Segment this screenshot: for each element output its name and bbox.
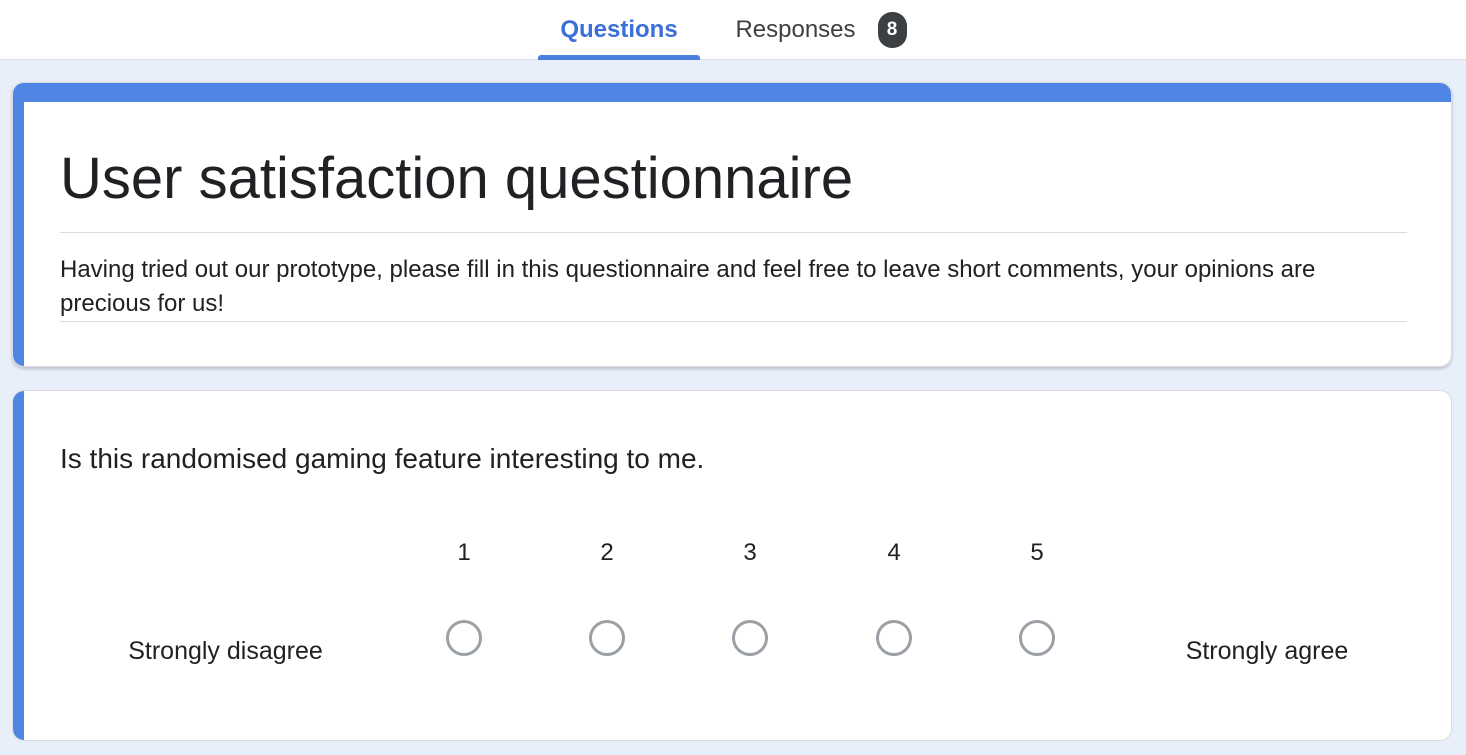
header-focus-strip xyxy=(13,83,24,366)
question-card: Is this randomised gaming feature intere… xyxy=(12,390,1452,741)
radio-button[interactable] xyxy=(446,620,482,656)
scale-option-number: 3 xyxy=(743,539,757,566)
header-accent-strip xyxy=(13,83,1451,102)
form-header-card: User satisfaction questionnaire Having t… xyxy=(12,82,1452,367)
responses-count-badge: 8 xyxy=(877,12,907,48)
description-divider xyxy=(60,321,1407,322)
form-title[interactable]: User satisfaction questionnaire xyxy=(60,143,853,215)
scale-option-number: 5 xyxy=(1030,539,1044,566)
scale-option-3[interactable]: 3 xyxy=(710,536,790,666)
top-tab-bar: Questions Responses 8 xyxy=(0,0,1466,60)
question-title: Is this randomised gaming feature intere… xyxy=(60,443,705,474)
scale-option-number: 1 xyxy=(457,539,471,566)
scale-option-1[interactable]: 1 xyxy=(424,536,504,666)
tab-questions-label: Questions xyxy=(560,16,678,43)
scale-option-2[interactable]: 2 xyxy=(567,536,647,666)
scale-low-label: Strongly disagree xyxy=(128,637,323,665)
scale-option-4[interactable]: 4 xyxy=(854,536,934,666)
form-description[interactable]: Having tried out our prototype, please f… xyxy=(60,253,1407,321)
tab-responses-label: Responses xyxy=(735,16,856,43)
radio-button[interactable] xyxy=(1019,620,1055,656)
scale-high-label: Strongly agree xyxy=(1185,637,1349,665)
title-divider xyxy=(60,232,1407,233)
question-focus-strip xyxy=(13,391,24,740)
scale-option-number: 2 xyxy=(600,539,614,566)
radio-button[interactable] xyxy=(589,620,625,656)
radio-button[interactable] xyxy=(732,620,768,656)
tab-responses[interactable]: Responses 8 xyxy=(716,0,926,60)
scale-option-5[interactable]: 5 xyxy=(997,536,1077,666)
radio-button[interactable] xyxy=(876,620,912,656)
scale-option-number: 4 xyxy=(887,539,901,566)
tab-questions[interactable]: Questions xyxy=(538,0,700,60)
